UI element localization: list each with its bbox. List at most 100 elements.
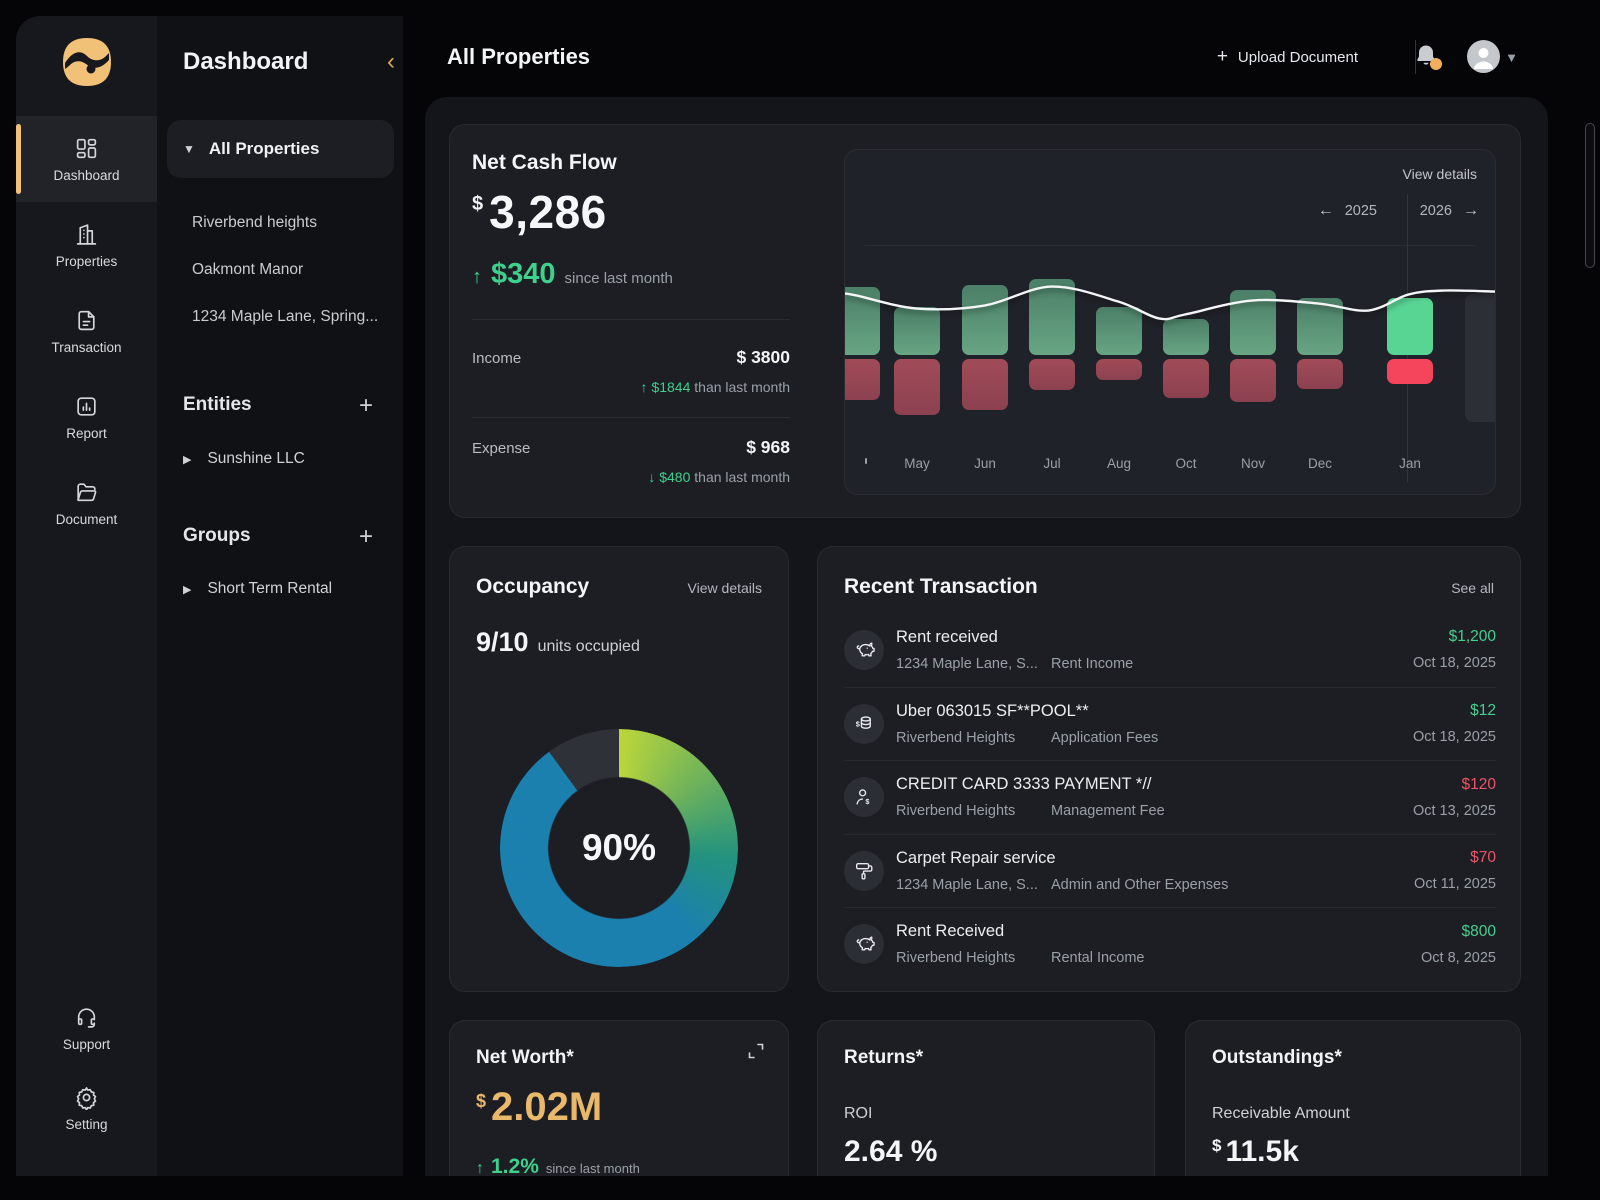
group-label: Short Term Rental — [207, 580, 332, 598]
transaction-property: Riverbend Heights — [896, 730, 1051, 746]
sidebar-item-label: Transaction — [51, 340, 121, 355]
trend-line — [845, 150, 1495, 495]
expense-delta: ↓ $480 than last month — [472, 469, 790, 485]
selector-label: All Properties — [209, 139, 320, 159]
sidebar-item-properties[interactable]: Properties — [16, 202, 157, 288]
returns-card: Returns* ROI 2.64 % — [817, 1020, 1155, 1176]
sidebar-item-dashboard[interactable]: Dashboard — [16, 116, 157, 202]
card-title: Net Worth* — [476, 1047, 574, 1069]
roi-value: 2.64 % — [844, 1135, 937, 1169]
notifications-button[interactable] — [1412, 42, 1440, 72]
chevron-right-icon: ▶ — [183, 453, 191, 466]
user-dollar-icon: $ — [853, 786, 875, 808]
svg-text:$: $ — [856, 719, 860, 728]
main-content: Net Cash Flow $ 3,286 ↑ $340 since last … — [425, 97, 1548, 1176]
occupancy-card: Occupancy View details 9/10 units occupi… — [449, 546, 789, 992]
transaction-amount: $1,200 — [1413, 628, 1496, 646]
sidebar-item-report[interactable]: Report — [16, 374, 157, 460]
transaction-property: 1234 Maple Lane, S... — [896, 656, 1051, 672]
upload-document-button[interactable]: + Upload Document — [1217, 46, 1358, 68]
transaction-row[interactable]: $ CREDIT CARD 3333 PAYMENT *// Riverbend… — [844, 760, 1496, 834]
card-title: Occupancy — [476, 575, 589, 599]
app-logo[interactable] — [61, 36, 113, 88]
transactions-list: Rent received 1234 Maple Lane, S... Rent… — [844, 613, 1496, 981]
transaction-property: Riverbend Heights — [896, 803, 1051, 819]
chevron-right-icon: ▶ — [183, 583, 191, 596]
net-worth-card: Net Worth* $ 2.02M ↑ 1.2% since last mon… — [449, 1020, 789, 1176]
plus-icon: + — [1217, 46, 1228, 68]
net-cash-flow-card: Net Cash Flow $ 3,286 ↑ $340 since last … — [449, 124, 1521, 518]
transaction-title: CREDIT CARD 3333 PAYMENT *// — [896, 775, 1413, 794]
currency-symbol: $ — [1212, 1136, 1221, 1155]
sidebar-item-setting[interactable]: Setting — [16, 1068, 157, 1148]
transaction-row[interactable]: $ Uber 063015 SF**POOL** Riverbend Heigh… — [844, 687, 1496, 761]
scrollbar-thumb[interactable] — [1585, 123, 1595, 268]
user-icon — [1467, 40, 1500, 73]
transaction-title: Carpet Repair service — [896, 849, 1414, 868]
net-worth-value: $ 2.02M — [476, 1085, 602, 1130]
top-header: All Properties + Upload Document ▼ — [403, 0, 1600, 97]
transaction-property: 1234 Maple Lane, S... — [896, 877, 1051, 893]
collapse-chevron-icon[interactable]: ‹ — [387, 50, 395, 74]
occupancy-percent: 90% — [500, 729, 738, 967]
sidebar-item-label: Properties — [56, 254, 118, 269]
property-list-item[interactable]: 1234 Maple Lane, Spring... — [192, 308, 392, 326]
transaction-category: Application Fees — [1051, 730, 1158, 746]
net-worth-delta: ↑ 1.2% since last month — [476, 1155, 640, 1176]
sidebar-item-document[interactable]: Document — [16, 460, 157, 546]
app-root: Dashboard Properties Transaction — [0, 0, 1600, 1200]
income-delta: ↑ $1844 than last month — [472, 379, 790, 395]
building-icon — [74, 222, 99, 247]
card-title: Returns* — [844, 1047, 923, 1069]
avatar[interactable] — [1467, 40, 1500, 73]
entity-item[interactable]: ▶ Sunshine LLC — [183, 450, 305, 468]
transaction-amount: $12 — [1413, 702, 1496, 720]
entity-label: Sunshine LLC — [207, 450, 304, 468]
folder-icon — [74, 480, 99, 505]
bar-chart-square-icon — [74, 394, 99, 419]
expand-icon[interactable] — [746, 1041, 766, 1061]
property-selector[interactable]: ▼ All Properties — [167, 120, 394, 178]
add-group-button[interactable]: + — [355, 525, 377, 549]
outstandings-card: Outstandings* Receivable Amount $11.5k — [1185, 1020, 1521, 1176]
add-entity-button[interactable]: + — [355, 394, 377, 418]
property-list-item[interactable]: Riverbend heights — [192, 214, 392, 232]
transaction-date: Oct 18, 2025 — [1413, 655, 1496, 671]
currency-symbol: $ — [476, 1091, 486, 1130]
net-cash-flow-delta: ↑ $340 since last month — [472, 258, 673, 291]
divider — [472, 417, 790, 418]
sidebar-item-transaction[interactable]: Transaction — [16, 288, 157, 374]
income-row: Income $ 3800 — [472, 347, 790, 368]
transaction-row[interactable]: Carpet Repair service 1234 Maple Lane, S… — [844, 834, 1496, 908]
sidebar-rail: Dashboard Properties Transaction — [16, 16, 157, 1176]
sidebar-item-label: Document — [56, 512, 118, 527]
property-list-item[interactable]: Oakmont Manor — [192, 261, 392, 279]
transaction-date: Oct 11, 2025 — [1414, 876, 1496, 892]
transaction-category: Management Fee — [1051, 803, 1165, 819]
view-details-link[interactable]: View details — [688, 580, 762, 596]
transaction-title: Rent received — [896, 628, 1413, 647]
piggy-bank-icon — [853, 639, 875, 661]
arrow-up-icon: ↑ — [472, 266, 482, 289]
gear-icon — [74, 1085, 99, 1110]
transaction-date: Oct 18, 2025 — [1413, 729, 1496, 745]
sidebar-item-label: Dashboard — [53, 168, 119, 183]
svg-text:$: $ — [865, 797, 869, 806]
transaction-row[interactable]: Rent Received Riverbend Heights Rental I… — [844, 907, 1496, 981]
transaction-title: Rent Received — [896, 922, 1421, 941]
sidebar-item-support[interactable]: Support — [16, 988, 157, 1068]
sidebar-panel: Dashboard ‹ ▼ All Properties Riverbend h… — [157, 16, 403, 1176]
chevron-down-icon[interactable]: ▼ — [1505, 50, 1518, 65]
occupancy-ratio: 9/10 units occupied — [476, 627, 640, 658]
transaction-category: Rent Income — [1051, 656, 1133, 672]
see-all-link[interactable]: See all — [1451, 580, 1494, 596]
group-item[interactable]: ▶ Short Term Rental — [183, 580, 332, 598]
notification-badge — [1430, 58, 1442, 70]
transaction-title: Uber 063015 SF**POOL** — [896, 702, 1413, 721]
transaction-row[interactable]: Rent received 1234 Maple Lane, S... Rent… — [844, 613, 1496, 687]
receivable-label: Receivable Amount — [1212, 1105, 1350, 1123]
coins-icon: $ — [853, 713, 875, 735]
sidebar-item-label: Setting — [65, 1117, 107, 1132]
cashflow-chart-panel: View details ← 2025 2026 → MayJunJulAugO… — [844, 149, 1496, 495]
sidebar-item-label: Support — [63, 1037, 110, 1052]
